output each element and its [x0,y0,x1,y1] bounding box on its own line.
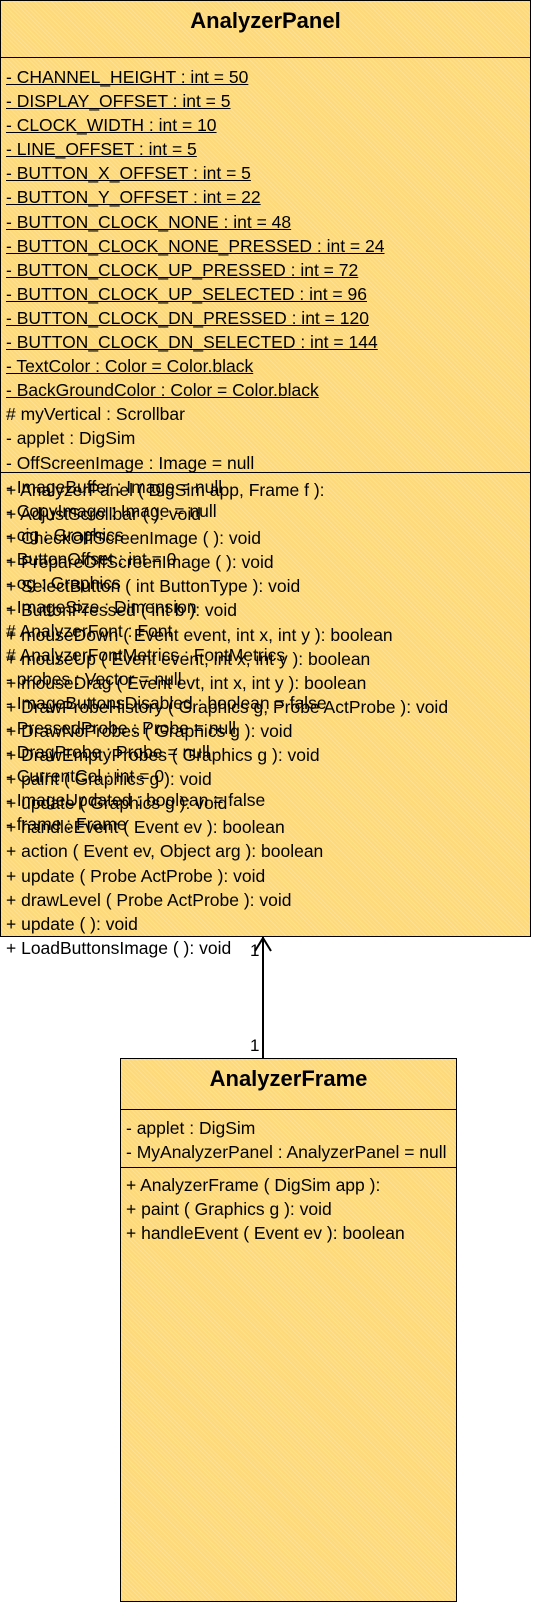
operation-row: + handleEvent ( Event ev ): boolean [126,1223,405,1244]
attribute-row: - applet : DigSim [126,1118,256,1138]
class-name-analyzer-frame: AnalyzerFrame [121,1059,456,1110]
multiplicity-panel-end: 1 [250,941,260,960]
class-analyzer-frame[interactable]: AnalyzerFrame - applet : DigSim - MyAnaly… [120,1058,457,1602]
multiplicity-frame-end: 1 [250,1036,260,1055]
operation-row: + paint ( Graphics g ): void [126,1199,332,1220]
attributes-compartment: - applet : DigSim - MyAnalyzerPanel : Ana… [121,1110,456,1168]
attribute-row: - MyAnalyzerPanel : AnalyzerPanel = null [126,1142,447,1163]
operation-row: + AnalyzerFrame ( DigSim app ): [126,1175,381,1195]
operations-compartment: + AnalyzerFrame ( DigSim app ): + paint (… [121,1168,456,1245]
